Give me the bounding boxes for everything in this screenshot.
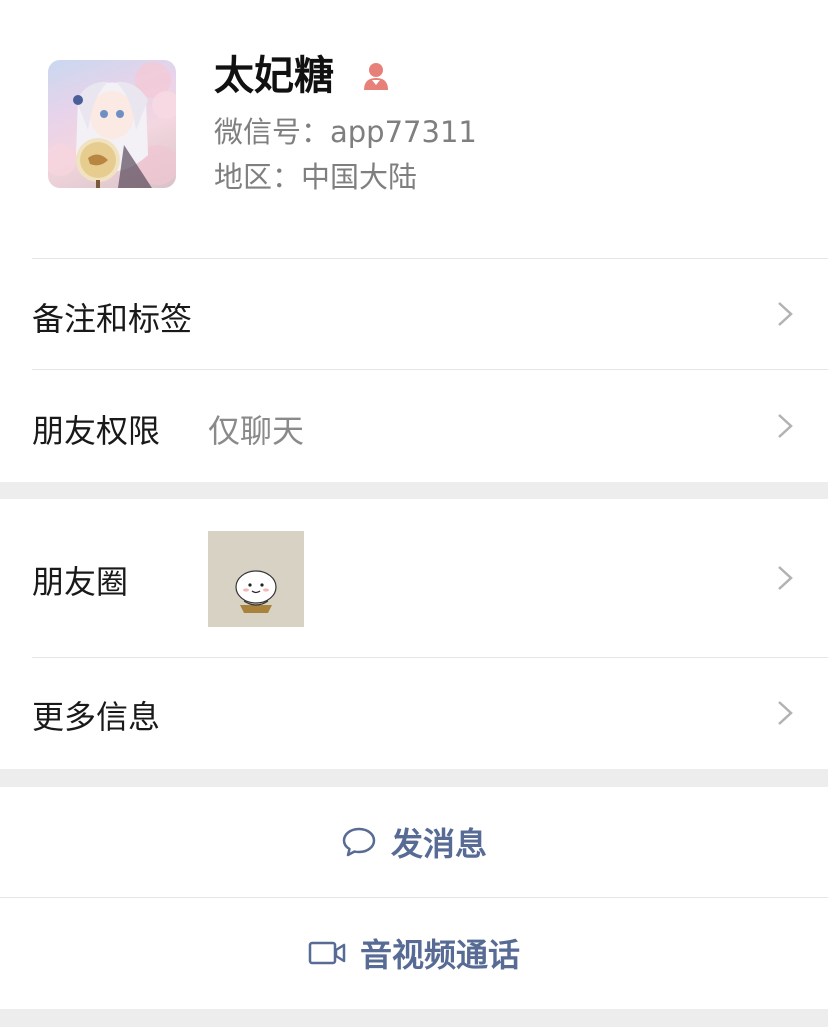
chevron-right-icon [778,566,793,590]
moments-label: 朋友圈 [32,563,129,601]
moments-thumbnail [208,531,304,627]
remark-and-tags-row[interactable]: 备注和标签 [0,258,828,370]
wechat-id: 微信号：app77311 [214,115,477,149]
friend-permissions-row[interactable]: 朋友权限 仅聊天 [0,370,828,482]
send-message-label: 发消息 [390,825,487,863]
friend-permissions-label: 朋友权限 [32,412,161,450]
moments-row[interactable]: 朋友圈 [0,499,828,657]
more-info-row[interactable]: 更多信息 [0,658,828,769]
remark-and-tags-label: 备注和标签 [32,300,193,338]
female-icon [364,63,388,90]
chevron-right-icon [778,701,793,725]
video-camera-icon [308,941,346,965]
settings-section: 备注和标签 朋友权限 仅聊天 [0,258,828,482]
video-call-button[interactable]: 音视频通话 [0,898,828,1008]
actions-section: 发消息 音视频通话 [0,787,828,1009]
friend-permissions-value: 仅聊天 [208,412,305,450]
send-message-button[interactable]: 发消息 [0,787,828,897]
video-call-label: 音视频通话 [359,936,520,974]
profile-header: 太妃糖 微信号：app77311 地区：中国大陆 [0,0,828,258]
chevron-right-icon [778,414,793,438]
contact-name: 太妃糖 [214,53,334,99]
more-info-label: 更多信息 [32,698,161,736]
moments-section: 朋友圈 更多信息 [0,499,828,769]
chat-bubble-icon [342,827,376,857]
chevron-right-icon [778,302,793,326]
avatar[interactable] [48,60,176,188]
region: 地区：中国大陆 [214,160,418,194]
